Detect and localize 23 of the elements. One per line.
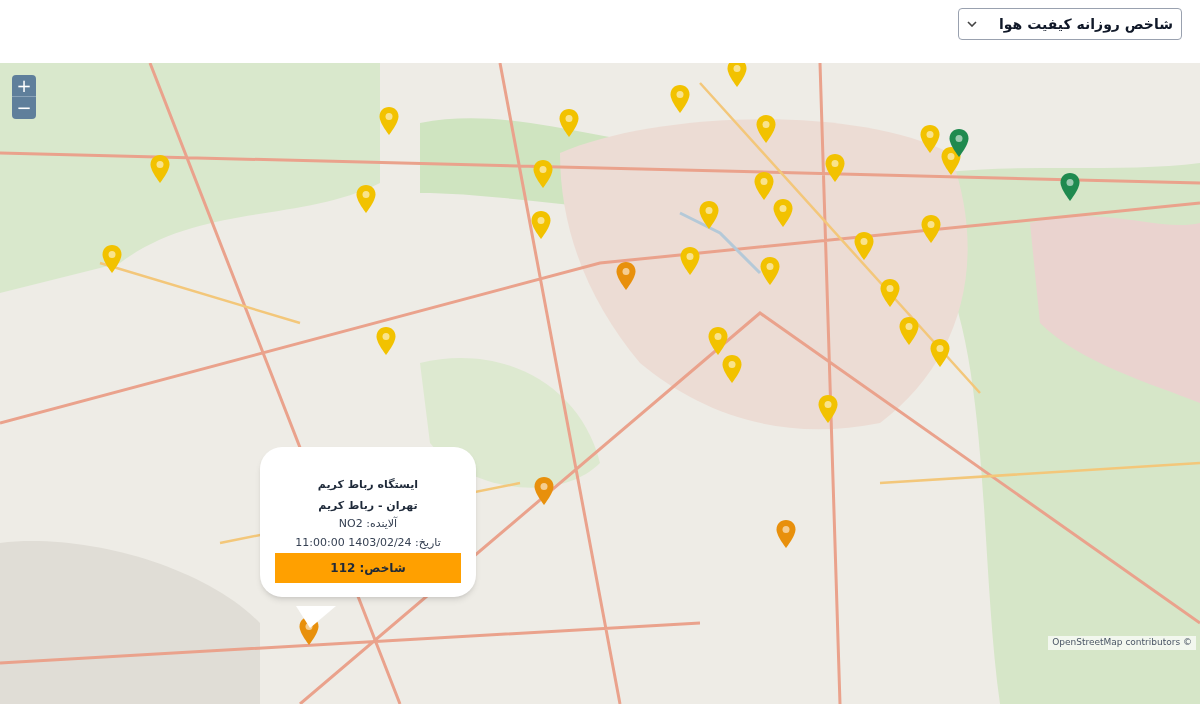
map-pin[interactable]: [824, 153, 846, 183]
map-pin[interactable]: [530, 210, 552, 240]
caret-icon: [967, 21, 977, 27]
index-dropdown[interactable]: شاخص روزانه کیفیت هوا: [958, 8, 1182, 40]
zoom-in-button[interactable]: +: [12, 75, 36, 97]
station-name: ایستگاه رباط کریم: [317, 477, 419, 493]
map-pin[interactable]: [940, 146, 962, 176]
map-pin[interactable]: [853, 231, 875, 261]
map-pin[interactable]: [775, 519, 797, 549]
map-pin[interactable]: [615, 261, 637, 291]
index-badge: شاخص: 112: [275, 553, 461, 583]
map-pin[interactable]: [948, 128, 970, 158]
date-text: تاریخ: 1403/02/24 11:00:00: [295, 534, 441, 551]
station-location: تهران - رباط کریم: [318, 497, 418, 514]
map-pin[interactable]: [753, 171, 775, 201]
map-pin[interactable]: [149, 154, 171, 184]
map-pin[interactable]: [1059, 172, 1081, 202]
zoom-out-button[interactable]: −: [12, 97, 36, 119]
map-attribution: OpenStreetMap contributors ©: [1048, 636, 1196, 650]
map-pin[interactable]: [707, 326, 729, 356]
map-pin[interactable]: [533, 476, 555, 506]
popup-tail-icon: [296, 606, 336, 628]
pollutant-text: آلاینده: NO2: [338, 516, 398, 532]
